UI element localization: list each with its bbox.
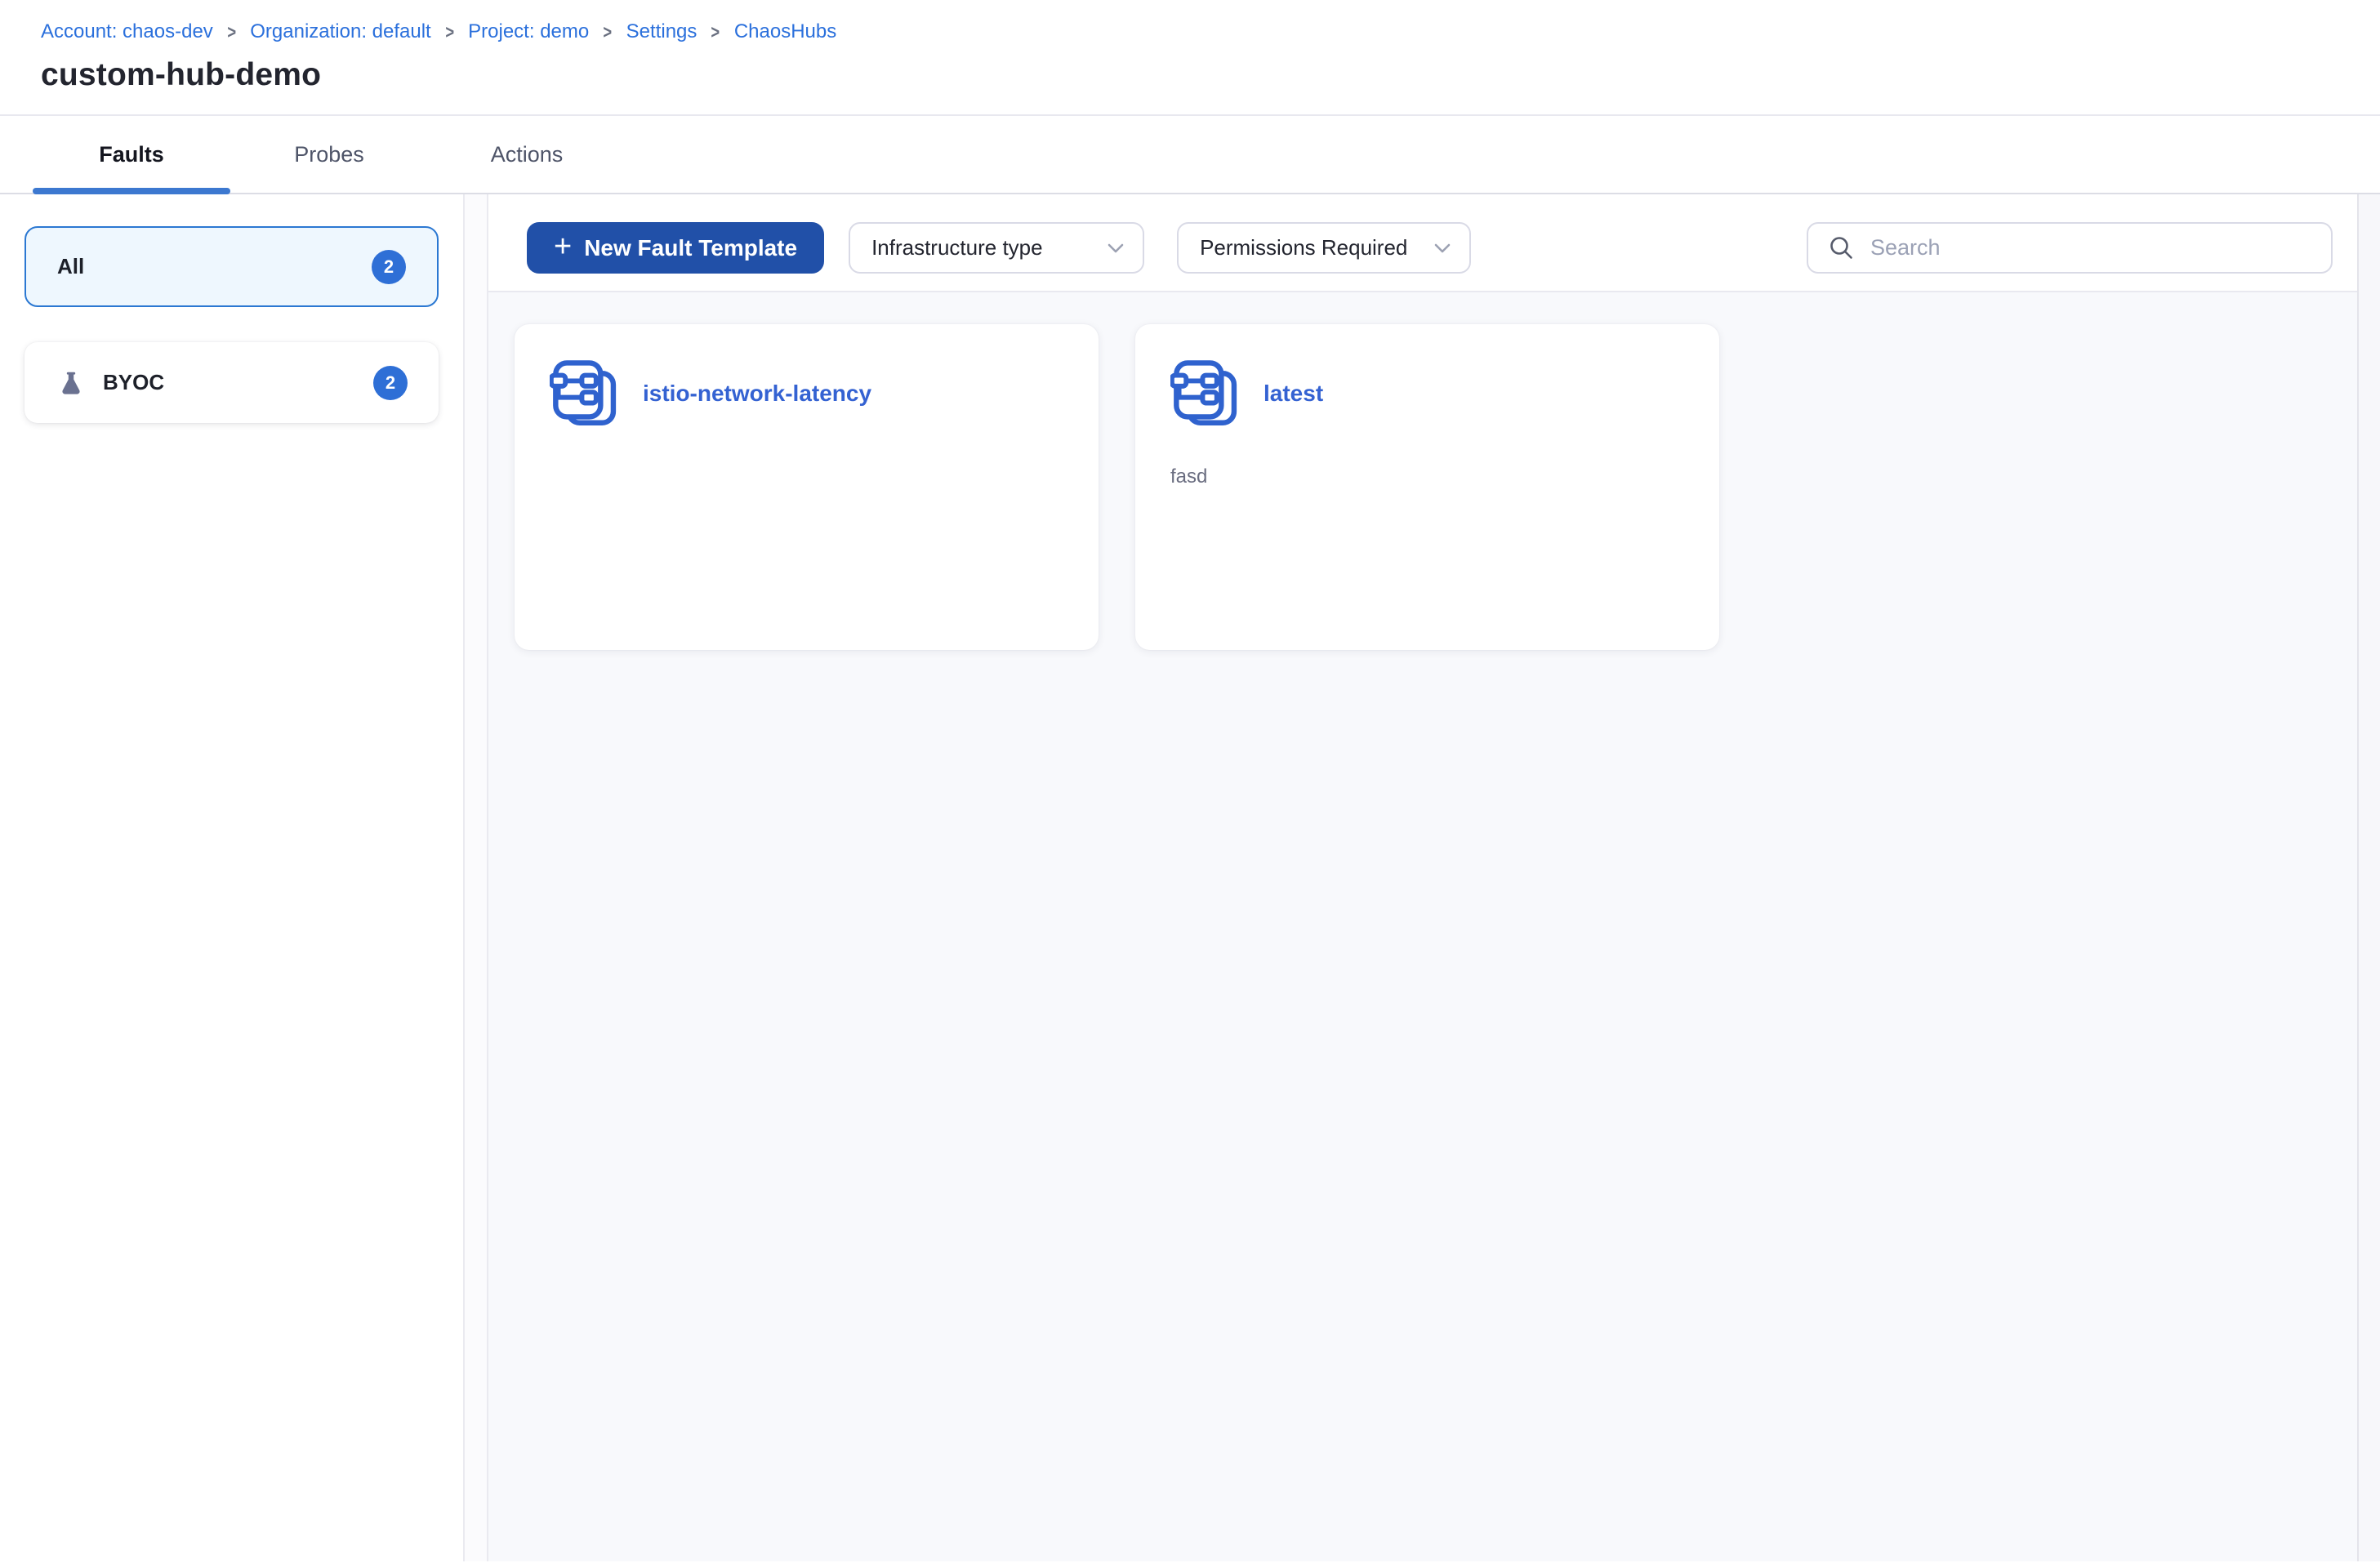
new-fault-template-label: New Fault Template — [584, 234, 798, 260]
infrastructure-type-dropdown[interactable]: Infrastructure type — [849, 222, 1145, 274]
page-body: All 2 BYOC 2 + New Fault Template Infras… — [0, 194, 2380, 1561]
search-input[interactable] — [1870, 235, 2311, 260]
sidebar-item-byoc-label: BYOC — [103, 370, 165, 394]
breadcrumb-settings-link[interactable]: Settings — [626, 20, 698, 44]
breadcrumb-project-link[interactable]: Project: demo — [468, 20, 589, 44]
active-tab-underline — [33, 188, 230, 194]
sidebar-item-all[interactable]: All 2 — [25, 226, 439, 307]
fault-template-grid: istio-network-latency latest fasd — [488, 292, 2380, 650]
all-count-badge: 2 — [372, 249, 406, 284]
fault-template-card-istio-network-latency[interactable]: istio-network-latency — [515, 324, 1099, 650]
fault-template-title[interactable]: latest — [1264, 381, 1323, 407]
fault-template-icon — [548, 358, 622, 430]
breadcrumb-separator-icon: > — [445, 21, 454, 42]
fault-template-title[interactable]: istio-network-latency — [643, 381, 871, 407]
fault-template-description: fasd — [1170, 465, 1208, 488]
page-title: custom-hub-demo — [41, 57, 322, 92]
page-header: Account: chaos-dev > Organization: defau… — [0, 0, 2380, 116]
tab-faults[interactable]: Faults — [33, 116, 230, 194]
faults-toolbar: + New Fault Template Infrastructure type… — [488, 194, 2380, 292]
tab-actions-label: Actions — [490, 141, 564, 167]
breadcrumb: Account: chaos-dev > Organization: defau… — [41, 20, 2380, 44]
tab-actions[interactable]: Actions — [428, 116, 626, 193]
permissions-required-label: Permissions Required — [1200, 235, 1408, 260]
chevron-down-icon — [1433, 243, 1451, 254]
search-icon — [1828, 234, 1856, 262]
main-panel: + New Fault Template Infrastructure type… — [488, 194, 2380, 1561]
sidebar-item-byoc[interactable]: BYOC 2 — [25, 342, 439, 423]
tab-faults-label: Faults — [99, 141, 164, 167]
breadcrumb-separator-icon: > — [711, 21, 720, 42]
search-box — [1807, 222, 2333, 274]
tab-probes-label: Probes — [294, 141, 364, 167]
sidebar-divider — [465, 194, 488, 1561]
card-head: latest — [1169, 358, 1687, 430]
tab-probes[interactable]: Probes — [230, 116, 428, 193]
flask-icon — [57, 369, 85, 397]
breadcrumb-separator-icon: > — [603, 21, 613, 42]
new-fault-template-button[interactable]: + New Fault Template — [527, 222, 825, 274]
breadcrumb-separator-icon: > — [227, 21, 236, 42]
byoc-count-badge: 2 — [373, 365, 408, 400]
breadcrumb-organization-link[interactable]: Organization: default — [250, 20, 430, 44]
tab-bar: Faults Probes Actions — [0, 116, 2380, 194]
chevron-down-icon — [1107, 243, 1125, 254]
breadcrumb-chaoshubs-link[interactable]: ChaosHubs — [734, 20, 836, 44]
permissions-required-dropdown[interactable]: Permissions Required — [1177, 222, 1472, 274]
card-head: istio-network-latency — [548, 358, 1066, 430]
fault-template-icon — [1169, 358, 1242, 430]
fault-template-card-latest[interactable]: latest fasd — [1135, 324, 1719, 650]
infrastructure-type-label: Infrastructure type — [871, 235, 1043, 260]
fault-category-sidebar: All 2 BYOC 2 — [0, 194, 465, 1561]
sidebar-item-all-label: All — [57, 254, 85, 278]
plus-icon: + — [554, 229, 573, 264]
breadcrumb-account-link[interactable]: Account: chaos-dev — [41, 20, 213, 44]
vertical-scrollbar[interactable] — [2357, 194, 2380, 1561]
